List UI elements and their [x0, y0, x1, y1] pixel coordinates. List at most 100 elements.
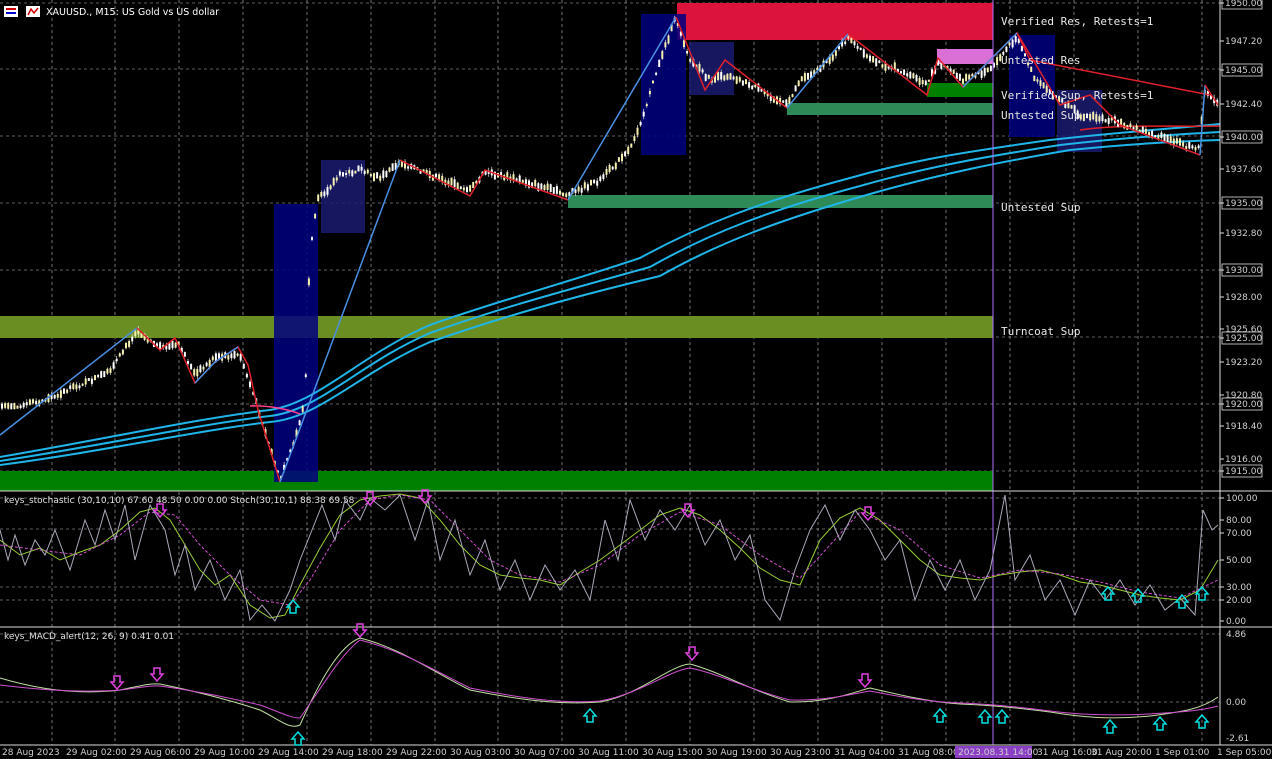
zone-label: Untested Sup — [1001, 201, 1080, 214]
candle-body — [199, 365, 202, 373]
candle-body — [559, 190, 561, 195]
candle-body — [726, 73, 729, 80]
time-tick-label: 30 Aug 23:00 — [770, 748, 831, 758]
candle-body — [586, 184, 589, 191]
candle-body — [407, 166, 410, 169]
candle-body — [462, 187, 465, 191]
candle-body — [304, 374, 307, 377]
macd-tick-label: 4.86 — [1226, 630, 1246, 640]
candle-body — [748, 82, 751, 88]
untested-sup-zone-2 — [568, 195, 993, 208]
price-tick-label: 1923.20 — [1225, 358, 1262, 368]
candle-body — [28, 399, 31, 405]
candle-body — [611, 166, 614, 170]
candle-body — [869, 55, 871, 62]
price-tick-label: 1928.00 — [1225, 293, 1262, 303]
candle-body — [927, 79, 930, 82]
candle-body — [794, 85, 797, 92]
candle-body — [797, 80, 800, 87]
verified-sup-zone — [927, 83, 993, 97]
time-tick-label: 31 Aug 04:00 — [834, 748, 895, 758]
candle-body — [624, 151, 627, 157]
candle-body — [329, 185, 332, 190]
candle-body — [636, 127, 639, 135]
candle-body — [940, 62, 943, 69]
candle-body — [59, 390, 62, 398]
candle-body — [16, 405, 19, 409]
stoch-tick-label: 70.00 — [1226, 529, 1252, 539]
chart-menu-icon[interactable] — [4, 6, 18, 17]
candle-body — [605, 168, 608, 175]
candle-body — [549, 184, 552, 193]
candle-body — [400, 161, 403, 167]
candle-body — [989, 65, 992, 72]
trading-chart[interactable]: Verified Res, Retests=1 Untested Res Ver… — [0, 0, 1272, 759]
zone-label: Verified Sup, Retests=1 — [1001, 89, 1153, 102]
candle-body — [118, 353, 121, 357]
candle-body — [577, 186, 580, 192]
candle-body — [174, 342, 177, 348]
candle-body — [540, 183, 543, 190]
candle-body — [63, 388, 65, 394]
candle-body — [986, 67, 989, 73]
candle-body — [903, 69, 906, 76]
candle-body — [872, 56, 875, 63]
candle-body — [242, 363, 245, 369]
time-tick-label: 30 Aug 07:00 — [514, 748, 575, 758]
stoch-tick-label: 0.00 — [1226, 617, 1246, 627]
candle-body — [834, 50, 837, 56]
time-tick-label: 30 Aug 03:00 — [450, 748, 511, 758]
candle-body — [803, 73, 806, 81]
candle-body — [320, 191, 323, 197]
candle-body — [94, 375, 96, 381]
candle-body — [735, 76, 738, 84]
stochastic-axis: 100.00 80.00 70.00 50.00 30.00 20.00 0.00 — [1220, 494, 1258, 627]
candle-body — [382, 170, 385, 179]
candle-body — [388, 167, 391, 172]
candle-body — [1033, 75, 1036, 82]
candle-body — [4, 403, 7, 408]
zone-label: Untested Res — [1001, 54, 1080, 67]
candle-body — [958, 73, 961, 81]
candle-body — [831, 54, 834, 61]
candle-body — [580, 187, 583, 193]
candle-body — [373, 173, 375, 181]
candle-body — [202, 366, 205, 370]
candle-body — [741, 80, 744, 86]
candle-body — [214, 353, 217, 362]
time-tick-label: 1 Sep 01:00 — [1155, 748, 1210, 758]
zone-label: Untested Sup — [1001, 109, 1080, 122]
candle-body — [875, 58, 878, 67]
candle-body — [1098, 116, 1101, 122]
candle-body — [608, 165, 611, 173]
candle-body — [661, 50, 664, 59]
candle-body — [921, 80, 924, 85]
candle-body — [521, 180, 524, 183]
candle-body — [332, 178, 335, 186]
candle-body — [1166, 134, 1169, 142]
candle-body — [900, 71, 902, 74]
candle-body — [369, 174, 372, 177]
range-box — [641, 14, 686, 155]
candle-body — [1089, 113, 1092, 121]
candle-body — [1179, 138, 1181, 146]
untested-res-zone — [937, 49, 993, 64]
macd-tick-label: 0.00 — [1226, 698, 1246, 708]
candle-body — [983, 67, 986, 76]
candle-body — [844, 41, 847, 44]
candle-body — [190, 363, 193, 370]
candle-body — [664, 42, 667, 48]
candle-body — [1092, 112, 1095, 120]
candle-body — [1, 403, 3, 409]
candle-body — [249, 381, 251, 388]
time-tick-label: 31 Aug 20:00 — [1091, 748, 1152, 758]
candle-body — [56, 394, 59, 398]
candle-body — [1039, 80, 1042, 86]
price-tick-label: 1918.40 — [1225, 422, 1262, 432]
price-axis[interactable]: 1950.00 1947.20 1945.00 1942.40 1940.00 1937.… — [1220, 0, 1262, 478]
candle-body — [435, 173, 437, 178]
candle-body — [32, 399, 34, 404]
time-tick-label: 30 Aug 11:00 — [578, 748, 639, 758]
price-tick-label: 1916.00 — [1225, 455, 1262, 465]
candle-body — [658, 59, 661, 67]
